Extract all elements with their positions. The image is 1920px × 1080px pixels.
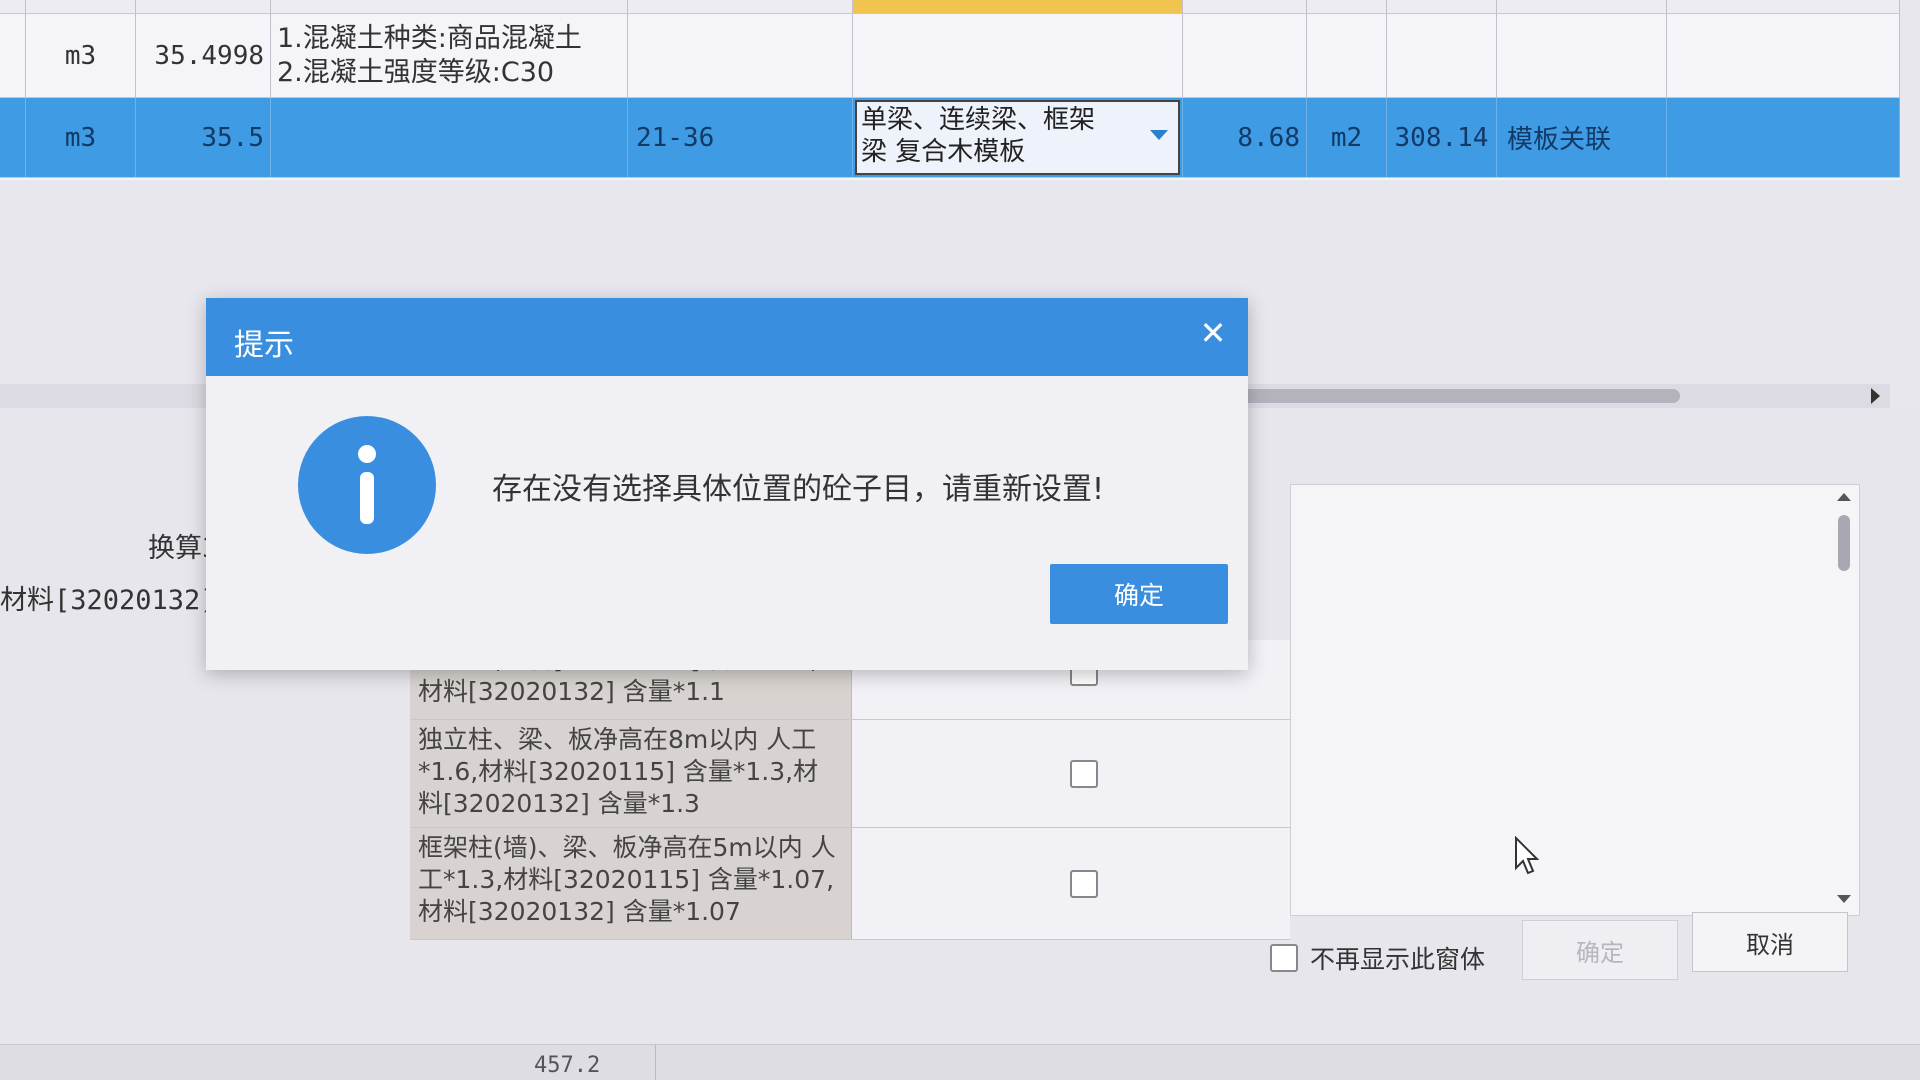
scroll-right-icon[interactable] bbox=[1871, 388, 1880, 404]
info-icon bbox=[298, 416, 436, 554]
vertical-scrollbar[interactable] bbox=[1835, 493, 1853, 903]
no-show-label: 不再显示此窗体 bbox=[1310, 945, 1486, 974]
dialog-footer: 不再显示此窗体 确定 取消 bbox=[1260, 908, 1860, 988]
unit-cell[interactable]: m3 bbox=[26, 14, 136, 97]
scroll-up-icon[interactable] bbox=[1837, 493, 1851, 501]
header-highlight-cell bbox=[853, 0, 1183, 13]
amount-cell[interactable]: 308.14 bbox=[1387, 98, 1497, 177]
description-cell[interactable] bbox=[271, 98, 628, 177]
dialog-header: 提示 ✕ bbox=[206, 298, 1248, 376]
grid-header-row bbox=[0, 0, 1900, 14]
code-cell[interactable]: 21-36 bbox=[628, 98, 853, 177]
quantity-cell[interactable]: 35.4998 bbox=[136, 14, 271, 97]
chevron-down-icon[interactable] bbox=[1150, 130, 1168, 140]
description-panel bbox=[1290, 484, 1860, 916]
option-checkbox[interactable] bbox=[1070, 759, 1098, 788]
list-item[interactable]: 独立柱、梁、板净高在8m以内 人工*1.6,材料[32020115] 含量*1.… bbox=[410, 720, 1290, 828]
unit-cell[interactable]: m3 bbox=[26, 98, 136, 177]
mouse-cursor-icon bbox=[1515, 836, 1540, 875]
dialog-title: 提示 bbox=[234, 328, 294, 363]
content-unit-cell[interactable]: m2 bbox=[1307, 98, 1387, 177]
option-text: 框架柱(墙)、梁、板净高在5m以内 人工*1.3,材料[32020115] 含量… bbox=[410, 828, 852, 939]
description-cell[interactable]: 1.混凝土种类:商品混凝土 2.混凝土强度等级:C30 bbox=[271, 14, 628, 97]
dialog-message: 存在没有选择具体位置的砼子目，请重新设置! bbox=[492, 472, 1105, 507]
bottom-strip: 457.2 bbox=[0, 1044, 1920, 1080]
no-show-checkbox[interactable] bbox=[1270, 944, 1298, 972]
description-line: 1.混凝土种类:商品混凝土 bbox=[277, 22, 582, 54]
content-value-cell[interactable]: 8.68 bbox=[1183, 98, 1307, 177]
scrollbar-thumb[interactable] bbox=[1838, 515, 1850, 571]
code-cell[interactable] bbox=[628, 14, 853, 97]
formwork-cell[interactable] bbox=[853, 14, 1183, 97]
alert-dialog: 提示 ✕ 存在没有选择具体位置的砼子目，请重新设置! 确定 bbox=[206, 298, 1248, 670]
ok-button[interactable]: 确定 bbox=[1050, 564, 1228, 624]
formwork-dropdown[interactable]: 单梁、连续梁、框架 梁 复合木模板 bbox=[855, 100, 1180, 175]
confirm-button-disabled[interactable]: 确定 bbox=[1522, 920, 1678, 980]
no-show-option[interactable]: 不再显示此窗体 bbox=[1270, 940, 1485, 976]
option-checkbox[interactable] bbox=[1070, 869, 1098, 898]
main-grid: m3 35.4998 1.混凝土种类:商品混凝土 2.混凝土强度等级:C30 m… bbox=[0, 0, 1900, 180]
cancel-button[interactable]: 取消 bbox=[1692, 912, 1848, 972]
table-row[interactable]: m3 35.4998 1.混凝土种类:商品混凝土 2.混凝土强度等级:C30 bbox=[0, 14, 1900, 98]
conversion-options-table: 工*1.3,材料[32020115] 含量*1.1,材料[32020132] 含… bbox=[410, 640, 1290, 940]
quantity-cell[interactable]: 35.5 bbox=[136, 98, 271, 177]
relation-cell[interactable]: 模板关联 bbox=[1497, 98, 1667, 177]
close-icon[interactable]: ✕ bbox=[1196, 316, 1230, 350]
list-item[interactable]: 框架柱(墙)、梁、板净高在5m以内 人工*1.3,材料[32020115] 含量… bbox=[410, 828, 1290, 940]
scroll-down-icon[interactable] bbox=[1837, 895, 1851, 903]
dropdown-value-line: 梁 复合木模板 bbox=[861, 137, 1026, 167]
description-line: 2.混凝土强度等级:C30 bbox=[277, 56, 555, 88]
option-text: 独立柱、梁、板净高在8m以内 人工*1.6,材料[32020115] 含量*1.… bbox=[410, 720, 852, 827]
scrollbar-thumb[interactable] bbox=[1240, 389, 1680, 403]
dropdown-value-line: 单梁、连续梁、框架 bbox=[861, 105, 1096, 135]
bottom-value: 457.2 bbox=[534, 1053, 601, 1078]
table-row-selected[interactable]: m3 35.5 21-36 单梁、连续梁、框架 梁 复合木模板 8.68 m2 … bbox=[0, 98, 1900, 178]
formwork-cell[interactable]: 单梁、连续梁、框架 梁 复合木模板 bbox=[853, 98, 1183, 177]
